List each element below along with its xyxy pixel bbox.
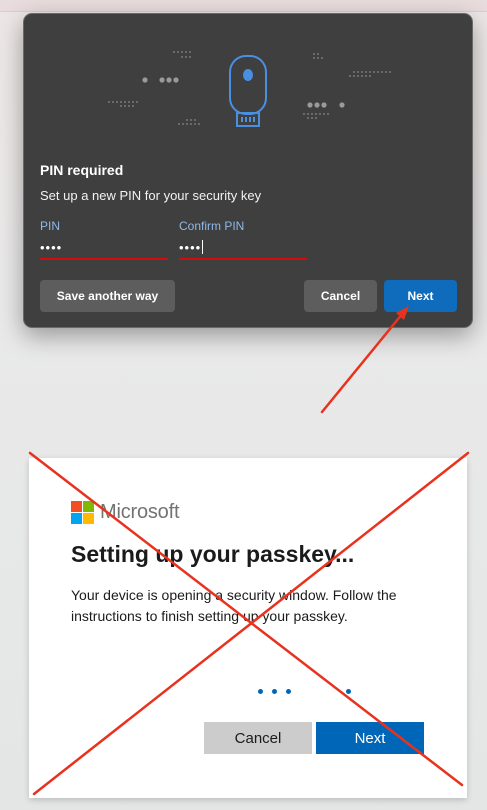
security-key-illustration	[108, 51, 391, 127]
confirm-pin-label: Confirm PIN	[179, 219, 245, 233]
window-top-strip	[0, 0, 487, 12]
confirm-pin-input-value: ••••	[179, 240, 202, 255]
dialog-title: PIN required	[40, 162, 124, 178]
pin-input-value: ••••	[40, 240, 63, 255]
text-caret	[202, 240, 204, 254]
ms-cancel-button[interactable]: Cancel	[204, 722, 312, 754]
security-key-dialog: PIN required Set up a new PIN for your s…	[23, 13, 473, 328]
microsoft-logo-icon	[71, 501, 94, 524]
loading-dot	[272, 689, 277, 694]
microsoft-brand-name: Microsoft	[100, 501, 180, 523]
cancel-button[interactable]: Cancel	[304, 280, 377, 312]
loading-dot	[346, 689, 351, 694]
microsoft-passkey-card: Microsoft Setting up your passkey... You…	[29, 458, 467, 798]
dialog-subtitle: Set up a new PIN for your security key	[40, 188, 262, 203]
page-title: Setting up your passkey...	[71, 541, 355, 567]
pin-input[interactable]: ••••	[40, 240, 168, 260]
save-another-way-button[interactable]: Save another way	[40, 280, 175, 312]
loading-dot	[258, 689, 263, 694]
ms-next-button[interactable]: Next	[316, 722, 424, 754]
next-button[interactable]: Next	[384, 280, 457, 312]
loading-dot	[286, 689, 291, 694]
confirm-pin-input[interactable]: ••••	[179, 240, 307, 260]
page-description: Your device is opening a security window…	[71, 587, 397, 624]
pin-label: PIN	[40, 219, 61, 233]
